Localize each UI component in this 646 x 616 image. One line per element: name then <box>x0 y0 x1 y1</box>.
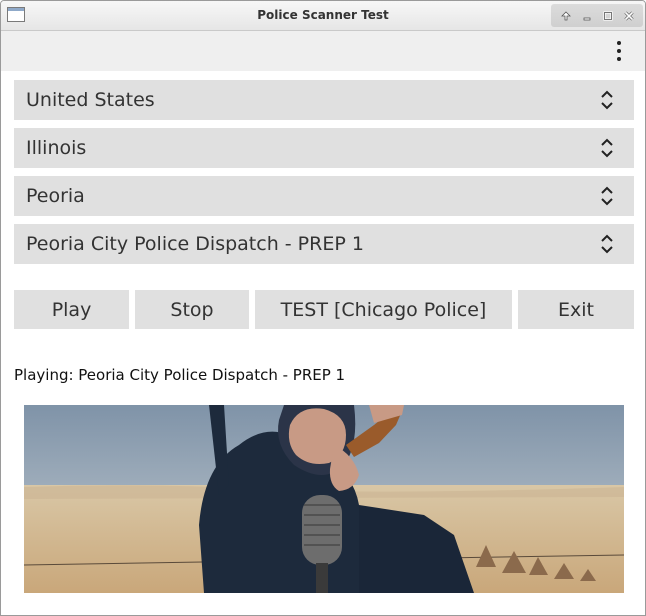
play-button[interactable]: Play <box>14 290 129 329</box>
chevron-up-down-icon <box>601 234 613 254</box>
more-vert-icon[interactable] <box>615 41 623 61</box>
now-playing-status: Playing: Peoria City Police Dispatch - P… <box>14 366 346 384</box>
state-select[interactable]: Illinois <box>14 128 634 168</box>
minimize-icon[interactable] <box>579 8 595 24</box>
close-icon[interactable] <box>621 8 637 24</box>
country-select[interactable]: United States <box>14 80 634 120</box>
exit-button[interactable]: Exit <box>518 290 634 329</box>
test-button[interactable]: TEST [Chicago Police] <box>255 290 512 329</box>
video-thumbnail <box>24 405 624 593</box>
window-title: Police Scanner Test <box>257 8 389 22</box>
chevron-up-down-icon <box>601 138 613 158</box>
city-select[interactable]: Peoria <box>14 176 634 216</box>
country-select-value: United States <box>26 89 155 111</box>
window-controls <box>551 4 643 27</box>
app-window: Police Scanner Test United States Illino… <box>0 0 646 616</box>
app-toolbar <box>1 31 645 71</box>
stop-button[interactable]: Stop <box>135 290 249 329</box>
keep-above-icon[interactable] <box>558 8 574 24</box>
feed-select[interactable]: Peoria City Police Dispatch - PREP 1 <box>14 224 634 264</box>
state-select-value: Illinois <box>26 137 87 159</box>
chevron-up-down-icon <box>601 90 613 110</box>
maximize-icon[interactable] <box>600 8 616 24</box>
chevron-up-down-icon <box>601 186 613 206</box>
title-bar[interactable]: Police Scanner Test <box>1 1 645 31</box>
city-select-value: Peoria <box>26 185 85 207</box>
feed-select-value: Peoria City Police Dispatch - PREP 1 <box>26 233 364 255</box>
